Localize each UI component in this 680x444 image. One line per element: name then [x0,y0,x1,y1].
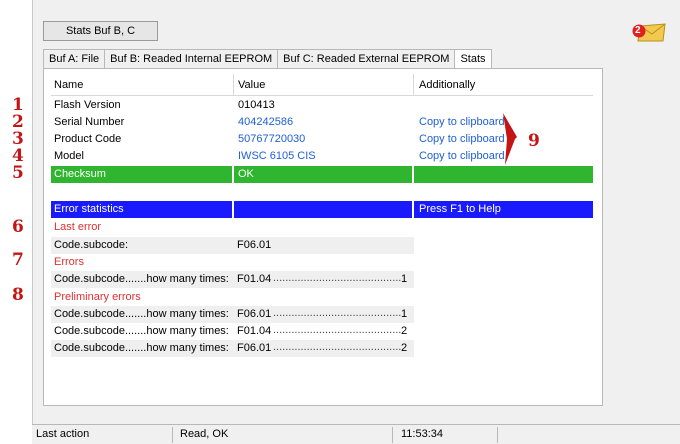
error-count: 1 [401,273,408,285]
error-count: 2 [401,342,408,354]
checksum-label: Checksum [54,168,106,180]
row-name: Flash Version [54,99,121,111]
header-additionally: Additionally [419,79,476,91]
stats-panel: Name Value Additionally Flash Version 01… [43,68,603,406]
tab-bar: Buf A: File Buf B: Readed Internal EEPRO… [43,49,492,70]
tab-buf-b-internal-eeprom[interactable]: Buf B: Readed Internal EEPROM [104,49,279,69]
dot-leader: ........................................… [273,272,401,284]
dot-leader: ........................................… [273,307,401,319]
section-last-error: Last error [51,219,593,236]
copy-product-code-link[interactable]: Copy to clipboard [419,131,505,148]
row-value: 010413 [238,99,275,111]
annotation-6: 6 [12,217,24,237]
dot-leader: ........................................… [273,341,401,353]
tab-stats[interactable]: Stats [454,49,492,70]
row-name: Product Code [54,133,122,145]
annotation-8: 8 [12,285,24,305]
errors-label: Errors [54,256,84,268]
annotation-5: 5 [12,163,24,183]
tab-buf-c-external-eeprom[interactable]: Buf C: Readed External EEPROM [277,49,456,69]
annotation-bracket-arrow [503,113,517,165]
header-name: Name [54,79,84,91]
row-name: Serial Number [54,116,125,128]
row-name: Code.subcode.......how many times: [54,308,229,320]
row-name: Code.subcode.......how many times: [54,325,229,337]
dot-leader: ........................................… [273,324,401,336]
status-message: Read, OK [180,428,229,440]
tab-buf-a-file[interactable]: Buf A: File [43,49,106,69]
row-preliminary-entry: Code.subcode.......how many times: F06.0… [51,340,414,357]
error-statistics-label: Error statistics [54,203,124,215]
error-count: 2 [401,325,408,337]
copy-serial-link[interactable]: Copy to clipboard [419,114,505,131]
annotation-9: 9 [528,131,540,151]
row-preliminary-entry: Code.subcode.......how many times: F06.0… [51,306,414,323]
row-value: IWSC 6105 CIS [238,150,316,162]
status-time: 11:53:34 [401,428,444,440]
row-name: Model [54,150,84,162]
row-flash-version: Flash Version 010413 [51,97,593,114]
mail-badge-count: 2 [635,25,641,36]
last-error-label: Last error [54,221,102,233]
row-value: F06.01 [237,239,272,251]
row-error-entry: Code.subcode.......how many times: F01.0… [51,271,414,288]
grid-header: Name Value Additionally [51,74,593,96]
checksum-value: OK [238,168,254,180]
help-hint: Press F1 to Help [419,203,501,215]
section-errors: Errors [51,254,593,271]
status-label: Last action [36,428,90,440]
row-value: 50767720030 [238,133,306,145]
error-code: F01.04 [237,273,272,285]
preliminary-errors-label: Preliminary errors [54,291,141,303]
row-name: Code.subcode.......how many times: [54,342,229,354]
error-count: 1 [401,308,408,320]
section-preliminary-errors: Preliminary errors [51,289,593,306]
error-code: F06.01 [237,342,272,354]
mail-notification-icon[interactable]: 2 [632,22,666,42]
stats-buf-button[interactable]: Stats Buf B, C [43,21,158,41]
header-value: Value [238,79,266,91]
row-name: Code.subcode: [54,239,128,251]
row-name: Code.subcode.......how many times: [54,273,229,285]
row-last-error-code: Code.subcode: F06.01 [51,237,414,254]
copy-model-link[interactable]: Copy to clipboard [419,148,505,165]
annotation-7: 7 [12,250,24,270]
error-code: F06.01 [237,308,272,320]
row-checksum: Checksum OK [51,166,593,183]
row-value: 404242586 [238,116,294,128]
error-code: F01.04 [237,325,272,337]
row-error-statistics: Error statistics Press F1 to Help [51,201,593,218]
row-preliminary-entry: Code.subcode.......how many times: F01.0… [51,323,414,340]
status-bar: Last action Read, OK 11:53:34 [32,424,680,444]
